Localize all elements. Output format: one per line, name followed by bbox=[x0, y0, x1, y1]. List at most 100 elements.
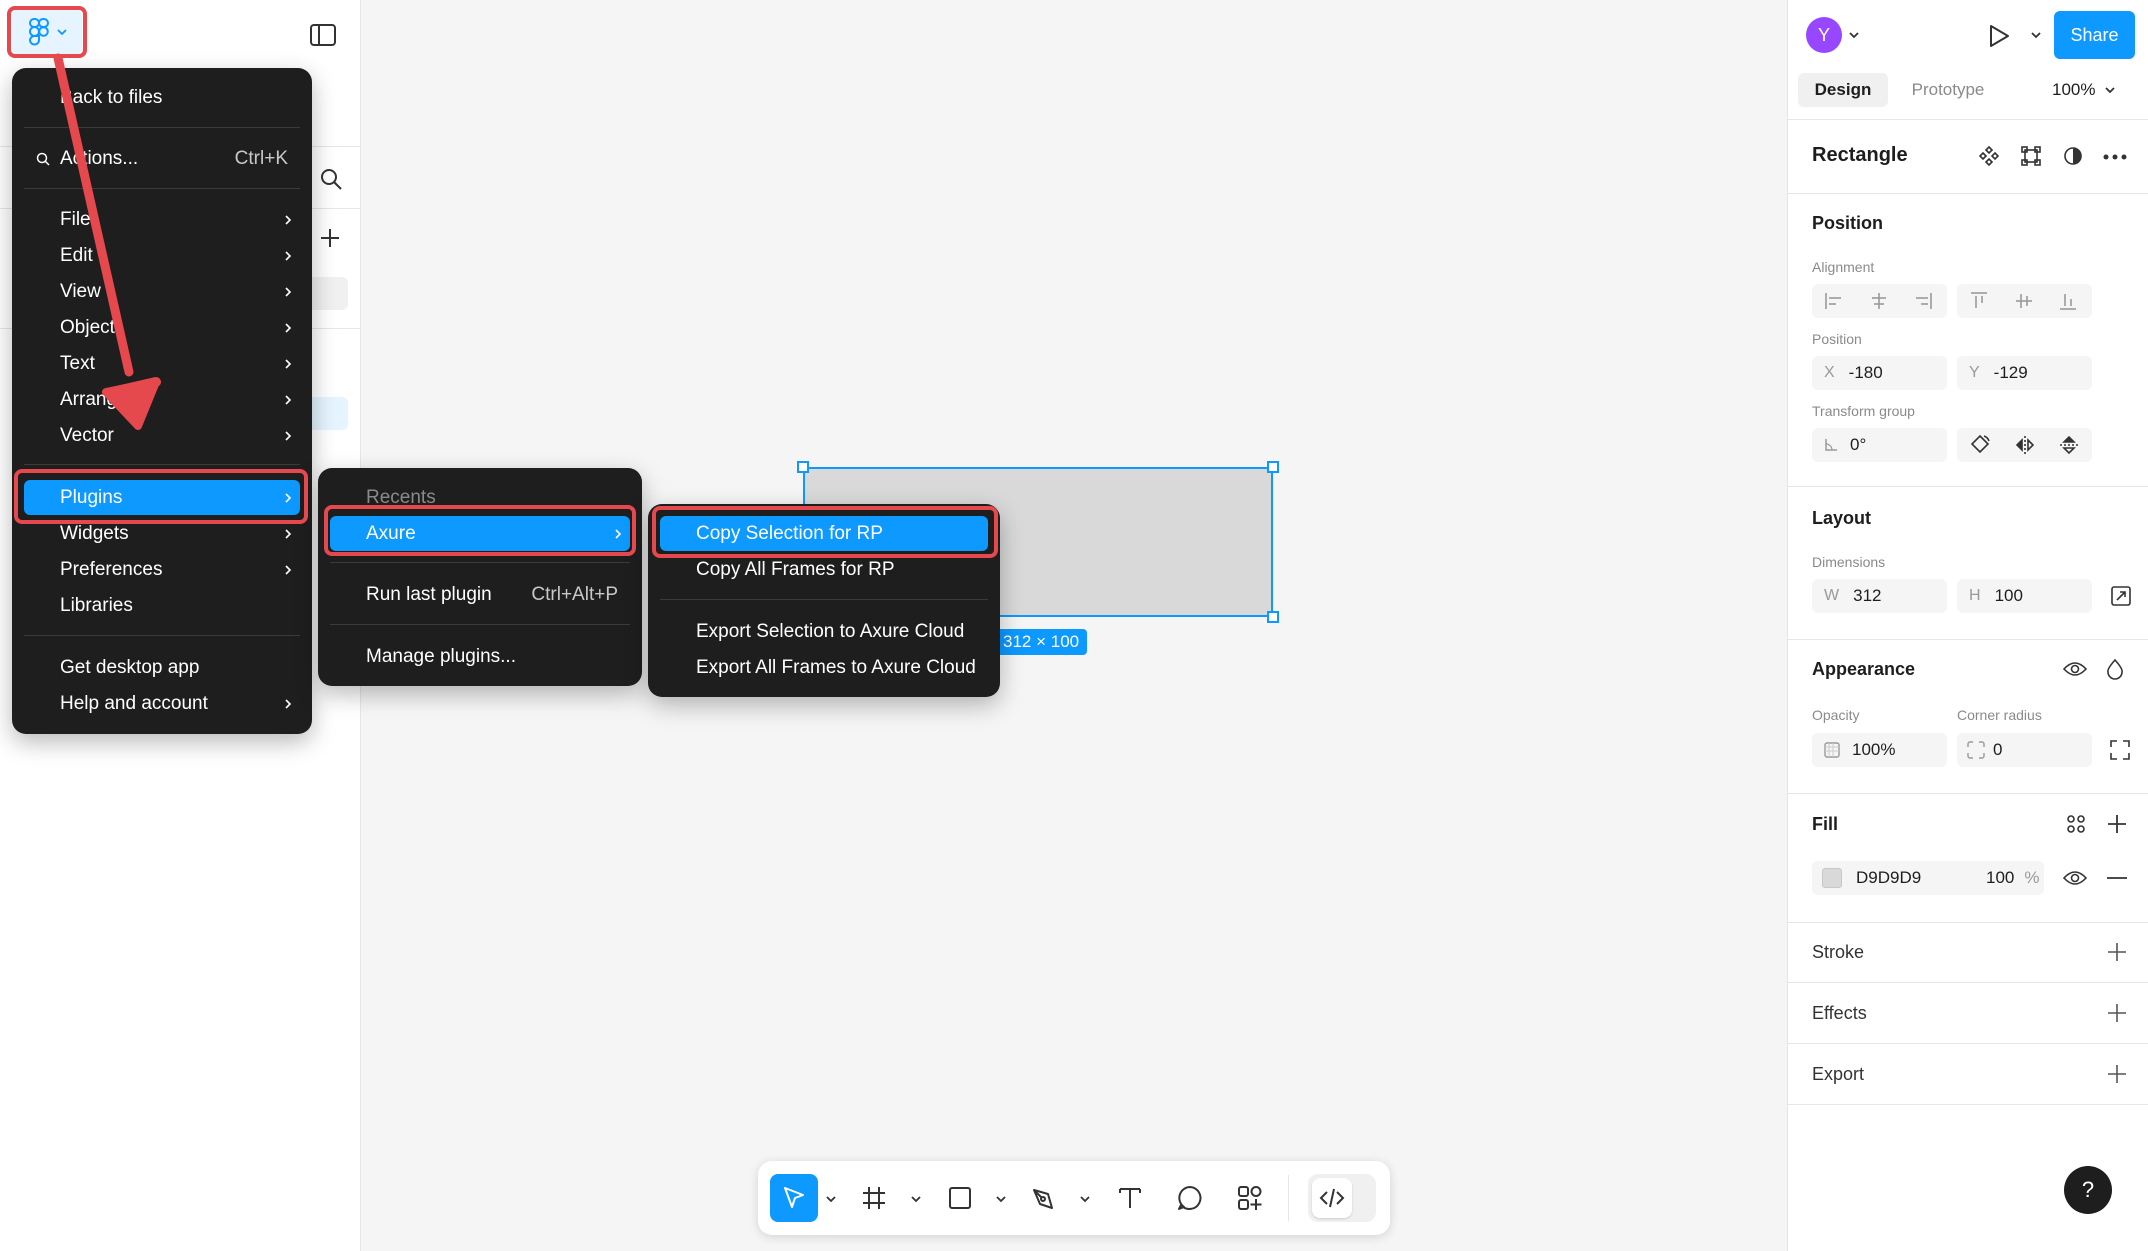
add-export-icon[interactable] bbox=[2106, 1063, 2128, 1085]
menu-item-label: Widgets bbox=[60, 522, 129, 544]
text-icon bbox=[1117, 1185, 1143, 1211]
menu-item-label: Manage plugins... bbox=[366, 645, 516, 667]
mask-icon[interactable] bbox=[2063, 146, 2083, 166]
align-right-icon[interactable] bbox=[1912, 290, 1934, 312]
chevron-down-icon[interactable] bbox=[1849, 31, 1859, 39]
corner-radius-icon bbox=[1967, 741, 1985, 759]
eye-icon[interactable] bbox=[2063, 869, 2087, 887]
styles-grid-icon[interactable] bbox=[2066, 814, 2086, 834]
toolbar-divider bbox=[1288, 1175, 1289, 1221]
search-icon[interactable] bbox=[319, 167, 343, 191]
align-bottom-icon[interactable] bbox=[2057, 290, 2079, 312]
menu-item-run-last-plugin[interactable]: Run last plugin Ctrl+Alt+P bbox=[330, 577, 630, 612]
dev-mode-toggle[interactable] bbox=[1308, 1174, 1376, 1222]
add-page-icon[interactable] bbox=[319, 227, 341, 249]
dimensions-label: Dimensions bbox=[1812, 554, 1886, 570]
play-icon[interactable] bbox=[1988, 24, 2010, 48]
cursor-icon bbox=[781, 1185, 807, 1211]
section-title-effects: Effects bbox=[1812, 1003, 1867, 1023]
share-button[interactable]: Share bbox=[2054, 11, 2135, 59]
x-position-field[interactable]: X -180 bbox=[1812, 356, 1947, 390]
fill-color-field[interactable]: D9D9D9 100 % bbox=[1812, 861, 2044, 895]
chevron-down-icon[interactable] bbox=[911, 1195, 921, 1203]
add-effect-icon[interactable] bbox=[2106, 1002, 2128, 1024]
menu-item-help-and-account[interactable]: Help and account bbox=[24, 686, 300, 721]
opacity-field[interactable]: 100% bbox=[1812, 733, 1947, 767]
chevron-down-icon[interactable] bbox=[996, 1195, 1006, 1203]
frame-selection-icon[interactable] bbox=[2021, 146, 2041, 166]
toggle-sidebar-icon[interactable] bbox=[310, 24, 336, 46]
remove-fill-icon[interactable] bbox=[2106, 877, 2128, 879]
chevron-down-icon[interactable] bbox=[1080, 1195, 1090, 1203]
flip-vertical-icon[interactable] bbox=[2058, 434, 2080, 456]
align-left-icon[interactable] bbox=[1823, 290, 1845, 312]
help-button[interactable]: ? bbox=[2064, 1166, 2112, 1214]
menu-item-label: Export Selection to Axure Cloud bbox=[696, 620, 965, 642]
blend-mode-icon[interactable] bbox=[2106, 658, 2124, 680]
section-title-stroke: Stroke bbox=[1812, 942, 1865, 962]
menu-item-preferences[interactable]: Preferences bbox=[24, 552, 300, 587]
frame-icon bbox=[861, 1185, 887, 1211]
chevron-right-icon bbox=[284, 418, 292, 453]
menu-item-export-selection-to-axure-cloud[interactable]: Export Selection to Axure Cloud bbox=[660, 614, 988, 649]
selection-handle[interactable] bbox=[1267, 461, 1279, 473]
move-tool[interactable] bbox=[770, 1174, 818, 1222]
section-title-export: Export bbox=[1812, 1064, 1865, 1084]
tab-design[interactable]: Design bbox=[1798, 73, 1888, 107]
component-icon[interactable] bbox=[1979, 146, 1999, 166]
field-value: -180 bbox=[1848, 363, 1883, 382]
frame-tool[interactable] bbox=[854, 1174, 894, 1222]
actions-tool[interactable] bbox=[1230, 1174, 1270, 1222]
y-position-field[interactable]: Y -129 bbox=[1957, 356, 2092, 390]
chevron-down-icon[interactable] bbox=[2031, 31, 2041, 39]
code-icon bbox=[1319, 1187, 1345, 1209]
pen-tool[interactable] bbox=[1024, 1174, 1064, 1222]
menu-item-libraries[interactable]: Libraries bbox=[24, 588, 300, 623]
comment-tool[interactable] bbox=[1170, 1174, 1210, 1222]
resize-to-fit-icon[interactable] bbox=[2111, 586, 2131, 606]
menu-item-label: Get desktop app bbox=[60, 656, 200, 678]
selection-handle[interactable] bbox=[1267, 611, 1279, 623]
section-title-fill: Fill bbox=[1812, 814, 1838, 834]
fill-opacity-value: 100 bbox=[1986, 868, 2015, 887]
field-value: 312 bbox=[1853, 586, 1882, 605]
menu-item-get-desktop-app[interactable]: Get desktop app bbox=[24, 650, 300, 685]
shape-tool[interactable] bbox=[940, 1174, 980, 1222]
flip-horizontal-icon[interactable] bbox=[2014, 434, 2036, 456]
opacity-label: Opacity bbox=[1812, 707, 1860, 723]
field-key: X bbox=[1824, 364, 1835, 381]
section-title-position: Position bbox=[1812, 213, 1883, 233]
text-tool[interactable] bbox=[1110, 1174, 1150, 1222]
align-horizontal-center-icon[interactable] bbox=[1868, 290, 1890, 312]
eye-icon[interactable] bbox=[2063, 660, 2087, 678]
chevron-right-icon bbox=[284, 686, 292, 721]
menu-item-label: Run last plugin bbox=[366, 583, 492, 605]
more-options-icon[interactable] bbox=[2103, 154, 2127, 160]
menu-item-label: Help and account bbox=[60, 692, 208, 714]
menu-item-label: Preferences bbox=[60, 558, 163, 580]
menu-item-manage-plugins[interactable]: Manage plugins... bbox=[330, 639, 630, 674]
tab-prototype[interactable]: Prototype bbox=[1898, 73, 1998, 107]
height-field[interactable]: H 100 bbox=[1957, 579, 2092, 613]
color-swatch bbox=[1822, 868, 1842, 888]
shortcut-label: Ctrl+K bbox=[234, 147, 288, 169]
avatar[interactable]: Y bbox=[1806, 17, 1842, 53]
chevron-down-icon[interactable] bbox=[826, 1195, 836, 1203]
width-field[interactable]: W 312 bbox=[1812, 579, 1947, 613]
add-stroke-icon[interactable] bbox=[2106, 941, 2128, 963]
rotate-icon[interactable] bbox=[1969, 434, 1991, 456]
add-fill-icon[interactable] bbox=[2106, 813, 2128, 835]
align-top-icon[interactable] bbox=[1968, 290, 1990, 312]
selection-handle[interactable] bbox=[797, 461, 809, 473]
zoom-dropdown[interactable]: 100% bbox=[2052, 73, 2116, 107]
rotation-field[interactable]: 0° bbox=[1812, 428, 1947, 462]
dev-mode-knob bbox=[1312, 1178, 1352, 1218]
independent-corners-icon[interactable] bbox=[2110, 740, 2130, 760]
corner-radius-field[interactable]: 0 bbox=[1957, 733, 2092, 767]
chevron-right-icon bbox=[284, 274, 292, 309]
angle-icon bbox=[1824, 438, 1838, 452]
menu-item-export-all-frames-to-axure-cloud[interactable]: Export All Frames to Axure Cloud bbox=[660, 650, 988, 685]
right-panel: Y Share Design Prototype 100% Rectangle … bbox=[1787, 0, 2148, 1251]
dimension-label: 312 × 100 bbox=[995, 629, 1088, 655]
align-vertical-center-icon[interactable] bbox=[2013, 290, 2035, 312]
